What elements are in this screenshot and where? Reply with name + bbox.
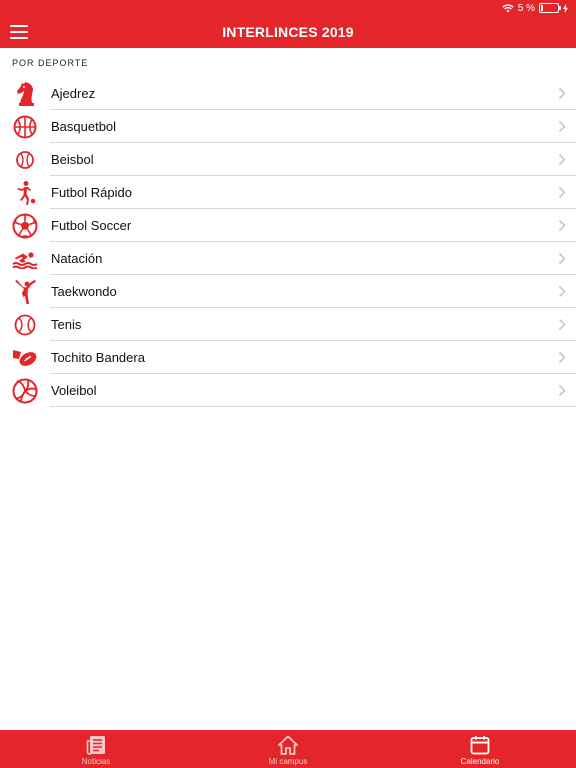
- tennis-ball-icon: [12, 312, 38, 338]
- chevron-right-icon: [558, 252, 566, 265]
- sport-row-natacion[interactable]: Natación: [0, 242, 576, 275]
- sports-list: Ajedrez Basquetbol Beisbol Futbol Rápido…: [0, 77, 576, 407]
- tab-mi-campus[interactable]: Mi campus: [192, 730, 384, 768]
- martial-arts-icon: [12, 279, 38, 305]
- calendar-icon: [470, 736, 490, 755]
- page-title: INTERLINCES 2019: [222, 24, 354, 40]
- chevron-right-icon: [558, 285, 566, 298]
- section-header: POR DEPORTE: [12, 58, 89, 68]
- swimmer-icon: [12, 246, 38, 272]
- sport-label: Futbol Soccer: [51, 218, 132, 233]
- home-icon: [278, 735, 298, 755]
- nav-bar: INTERLINCES 2019: [0, 16, 576, 48]
- chevron-right-icon: [558, 219, 566, 232]
- sport-row-taekwondo[interactable]: Taekwondo: [0, 275, 576, 308]
- status-bar: 5 %: [0, 0, 576, 16]
- chevron-right-icon: [558, 87, 566, 100]
- newspaper-icon: [86, 736, 105, 755]
- tab-noticias[interactable]: Noticias: [0, 730, 192, 768]
- soccer-player-icon: [12, 180, 38, 206]
- chevron-right-icon: [558, 186, 566, 199]
- sport-row-voleibol[interactable]: Voleibol: [0, 374, 576, 407]
- sport-label: Voleibol: [51, 383, 97, 398]
- chevron-right-icon: [558, 120, 566, 133]
- tab-calendario[interactable]: Calendario: [384, 730, 576, 768]
- tab-bar: Noticias Mi campus Calendario: [0, 730, 576, 768]
- baseball-icon: [12, 147, 38, 173]
- volleyball-icon: [12, 378, 38, 404]
- sport-row-ajedrez[interactable]: Ajedrez: [0, 77, 576, 110]
- sport-label: Basquetbol: [51, 119, 117, 134]
- basketball-icon: [12, 114, 38, 140]
- sport-label: Ajedrez: [51, 86, 96, 101]
- sport-row-futbol-rapido[interactable]: Futbol Rápido: [0, 176, 576, 209]
- sport-label: Tochito Bandera: [51, 350, 145, 365]
- tab-label: Mi campus: [268, 757, 308, 766]
- sport-row-basquetbol[interactable]: Basquetbol: [0, 110, 576, 143]
- sport-label: Futbol Rápido: [51, 185, 132, 200]
- soccer-ball-icon: [12, 213, 38, 239]
- sport-row-tochito-bandera[interactable]: Tochito Bandera: [0, 341, 576, 374]
- sport-label: Taekwondo: [51, 284, 117, 299]
- sport-label: Beisbol: [51, 152, 94, 167]
- sport-row-beisbol[interactable]: Beisbol: [0, 143, 576, 176]
- chevron-right-icon: [558, 318, 566, 331]
- chevron-right-icon: [558, 384, 566, 397]
- status-indicators: 5 %: [502, 2, 568, 14]
- battery-percent: 5 %: [517, 2, 535, 14]
- sport-label: Natación: [51, 251, 103, 266]
- battery-icon: [539, 3, 561, 13]
- football-flag-icon: [12, 345, 38, 371]
- sport-row-tenis[interactable]: Tenis: [0, 308, 576, 341]
- tab-label: Noticias: [81, 757, 111, 766]
- chess-knight-icon: [12, 81, 38, 107]
- chevron-right-icon: [558, 153, 566, 166]
- sport-row-futbol-soccer[interactable]: Futbol Soccer: [0, 209, 576, 242]
- wifi-icon: [502, 3, 514, 12]
- sport-label: Tenis: [51, 317, 82, 332]
- charging-icon: [563, 3, 568, 13]
- chevron-right-icon: [558, 351, 566, 364]
- tab-label: Calendario: [460, 757, 500, 766]
